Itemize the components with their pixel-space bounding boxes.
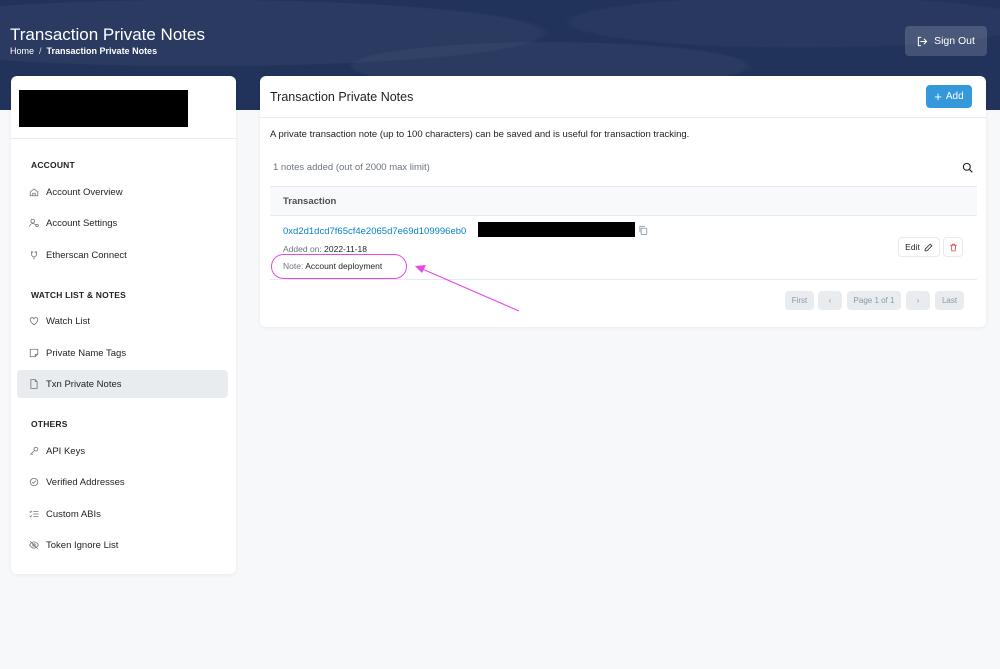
pagination-prev[interactable]: ‹ bbox=[818, 291, 842, 310]
sidebar-item-etherscan-connect[interactable]: Etherscan Connect bbox=[17, 241, 228, 269]
panel-title: Transaction Private Notes bbox=[270, 90, 414, 104]
column-header-transaction: Transaction bbox=[283, 196, 337, 207]
sidebar-item-account-overview[interactable]: Account Overview bbox=[17, 178, 228, 206]
sidebar-item-label: API Keys bbox=[46, 445, 86, 457]
add-label: Add bbox=[945, 91, 964, 102]
sidebar-item-custom-abis[interactable]: Custom ABIs bbox=[17, 500, 228, 528]
sidebar: ACCOUNT Account Overview Account Setting… bbox=[11, 76, 236, 574]
breadcrumb-home[interactable]: Home bbox=[10, 46, 34, 56]
pencil-icon bbox=[924, 243, 933, 251]
sidebar-item-label: Private Name Tags bbox=[46, 347, 127, 359]
note-text: Account deployment bbox=[305, 261, 383, 271]
home-icon bbox=[29, 188, 39, 197]
sidebar-item-token-ignore-list[interactable]: Token Ignore List bbox=[17, 531, 228, 559]
heart-icon bbox=[29, 317, 39, 326]
edit-label: Edit bbox=[905, 242, 920, 252]
sidebar-item-account-settings[interactable]: Account Settings bbox=[17, 209, 228, 237]
file-icon bbox=[30, 379, 38, 389]
copy-icon[interactable] bbox=[638, 225, 648, 235]
pagination-next[interactable]: › bbox=[906, 291, 930, 310]
sidebar-item-api-keys[interactable]: API Keys bbox=[17, 437, 228, 465]
section-title-account: ACCOUNT bbox=[31, 160, 75, 170]
sidebar-item-label: Verified Addresses bbox=[46, 476, 125, 488]
added-on-date: 2022-11-18 bbox=[324, 244, 367, 254]
edit-button[interactable]: Edit bbox=[898, 237, 940, 257]
pagination-page: Page 1 of 1 bbox=[847, 291, 901, 310]
page-title: Transaction Private Notes bbox=[10, 25, 205, 44]
sidebar-item-label: Txn Private Notes bbox=[46, 378, 122, 390]
sidebar-item-private-name-tags[interactable]: Private Name Tags bbox=[17, 339, 228, 367]
sidebar-item-watch-list[interactable]: Watch List bbox=[17, 307, 228, 335]
trash-icon bbox=[949, 243, 957, 251]
sticky-note-icon bbox=[29, 348, 39, 358]
table-row: 0xd2d1dcd7f65cf4e2065d7e69d109996eb0 Add… bbox=[270, 216, 977, 280]
sidebar-item-label: Account Overview bbox=[46, 186, 123, 198]
sidebar-item-label: Etherscan Connect bbox=[46, 249, 127, 261]
pagination-last[interactable]: Last bbox=[935, 291, 964, 310]
table-header: Transaction bbox=[270, 186, 977, 216]
transaction-hash-link[interactable]: 0xd2d1dcd7f65cf4e2065d7e69d109996eb0 bbox=[283, 226, 466, 237]
panel-description: A private transaction note (up to 100 ch… bbox=[270, 129, 690, 140]
added-on: Added on: 2022-11-18 bbox=[283, 244, 367, 254]
section-title-others: OTHERS bbox=[31, 419, 68, 429]
eye-slash-icon bbox=[29, 540, 39, 550]
connect-icon bbox=[31, 251, 37, 260]
list-check-icon bbox=[29, 510, 39, 518]
breadcrumb-current: Transaction Private Notes bbox=[46, 46, 158, 56]
redacted-hash-portion bbox=[478, 222, 635, 237]
sign-out-label: Sign Out bbox=[934, 35, 975, 47]
sidebar-item-label: Account Settings bbox=[46, 217, 118, 229]
notes-panel: Transaction Private Notes + Add A privat… bbox=[260, 76, 986, 327]
delete-button[interactable] bbox=[943, 237, 963, 257]
check-circle-icon bbox=[29, 477, 39, 487]
added-on-label: Added on: bbox=[283, 244, 322, 254]
note-label: Note: bbox=[283, 261, 304, 271]
plus-icon: + bbox=[934, 89, 942, 104]
notes-count: 1 notes added (out of 2000 max limit) bbox=[273, 162, 430, 173]
note: Note: Account deployment bbox=[283, 261, 382, 271]
sidebar-item-label: Token Ignore List bbox=[46, 539, 119, 551]
search-button[interactable] bbox=[957, 157, 977, 177]
panel-divider bbox=[260, 117, 986, 118]
add-note-button[interactable]: + Add bbox=[926, 85, 972, 108]
breadcrumb-separator: / bbox=[39, 46, 42, 56]
sign-out-icon bbox=[917, 36, 928, 46]
key-icon bbox=[29, 446, 39, 456]
pagination-first[interactable]: First bbox=[785, 291, 814, 310]
sidebar-item-txn-private-notes[interactable]: Txn Private Notes bbox=[17, 370, 228, 398]
redacted-account-name bbox=[19, 90, 188, 127]
search-icon bbox=[962, 162, 973, 173]
breadcrumb: Home / Transaction Private Notes bbox=[10, 46, 157, 56]
sign-out-button[interactable]: Sign Out bbox=[905, 26, 987, 56]
user-gear-icon bbox=[29, 218, 39, 228]
sidebar-divider bbox=[11, 138, 236, 139]
sidebar-item-label: Custom ABIs bbox=[46, 508, 101, 520]
sidebar-item-label: Watch List bbox=[46, 315, 90, 327]
section-title-watch-list: WATCH LIST & NOTES bbox=[31, 290, 127, 300]
sidebar-item-verified-addresses[interactable]: Verified Addresses bbox=[17, 468, 228, 496]
